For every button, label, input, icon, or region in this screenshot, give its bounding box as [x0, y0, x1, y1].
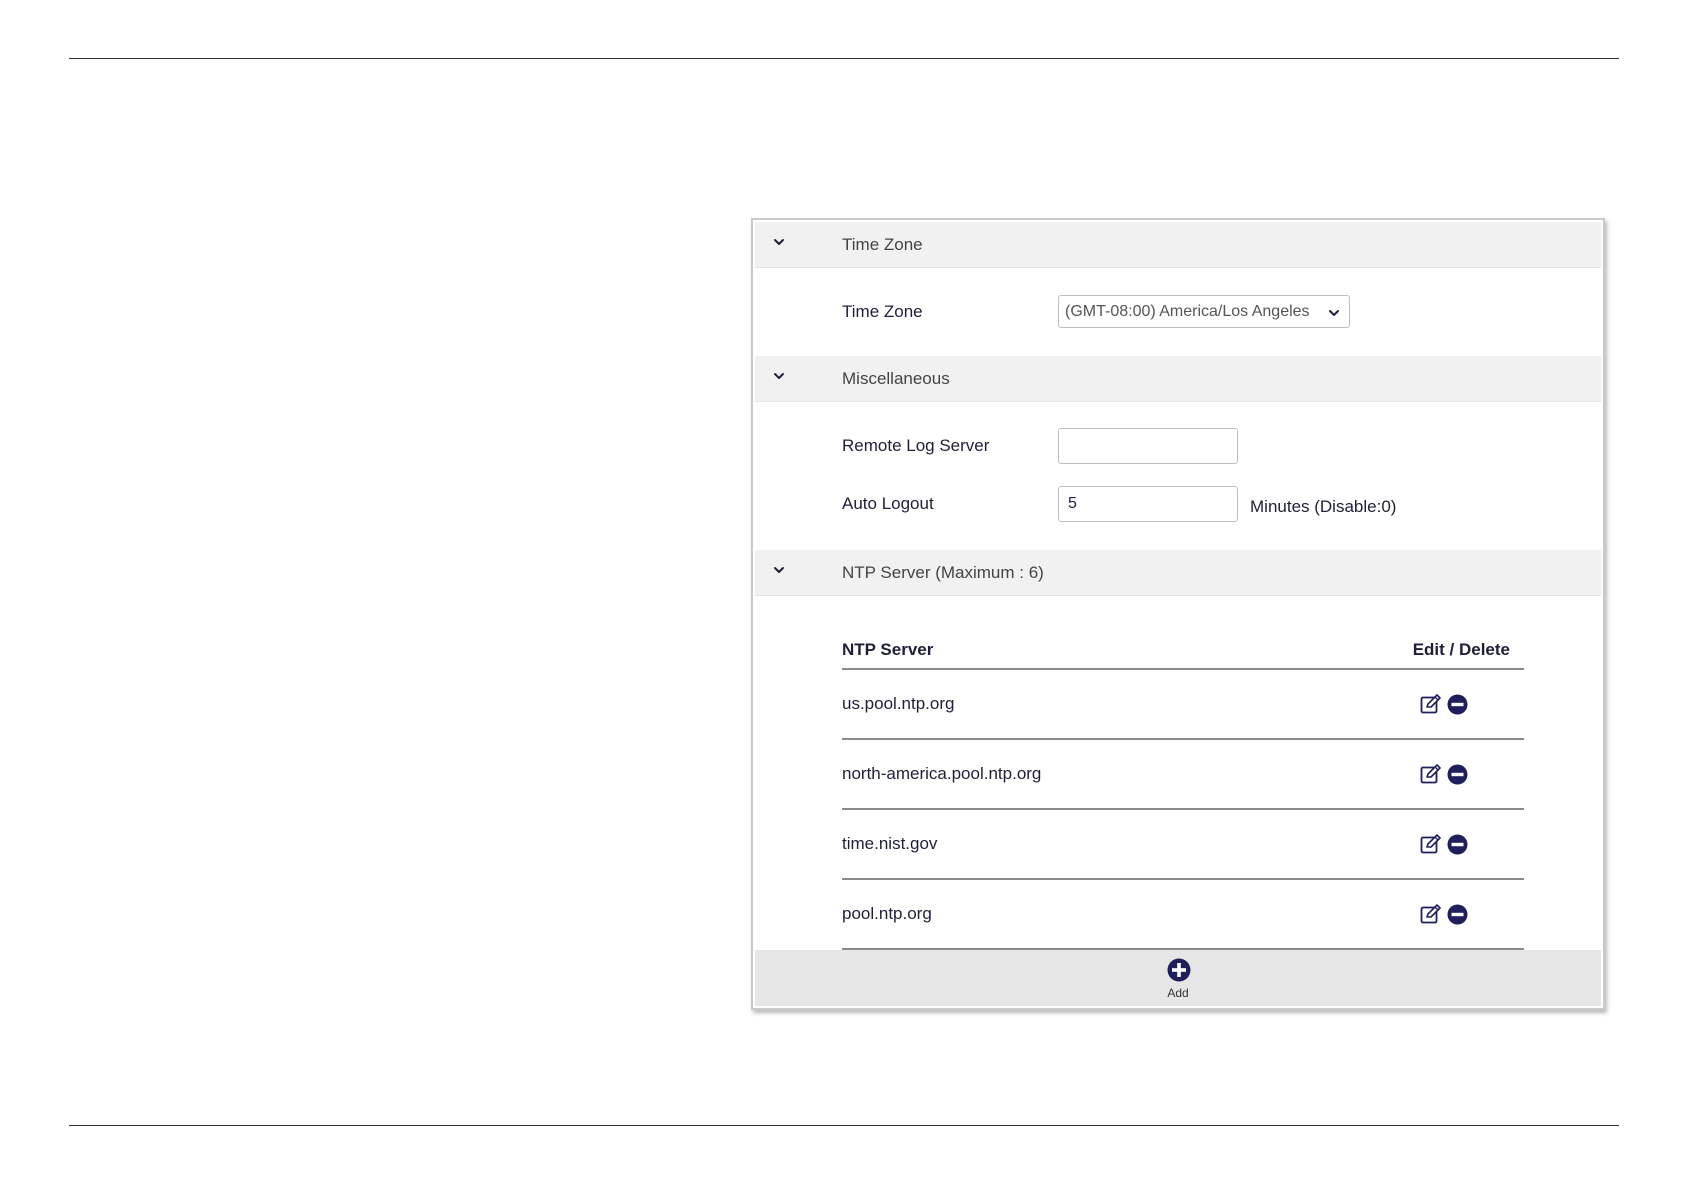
add-ntp-server-bar: Add: [755, 950, 1601, 1006]
delete-icon[interactable]: [1447, 764, 1468, 785]
edit-icon[interactable]: [1420, 694, 1442, 714]
auto-logout-suffix: Minutes (Disable:0): [1250, 497, 1397, 516]
table-header: NTP Server Edit / Delete: [842, 620, 1524, 670]
chevron-down-icon: [1329, 310, 1339, 316]
column-header-ntp-server: NTP Server: [842, 640, 934, 659]
section-title-ntp-server: NTP Server (Maximum : 6): [842, 563, 1044, 582]
table-row: pool.ntp.org: [842, 880, 1524, 950]
ntp-server-name: north-america.pool.ntp.org: [842, 764, 1042, 783]
chevron-down-icon[interactable]: [771, 562, 787, 578]
page-bottom-rule: [69, 1125, 1619, 1126]
page-top-rule: [69, 58, 1619, 59]
auto-logout-label: Auto Logout: [842, 494, 934, 513]
settings-panel: Time Zone Time Zone (GMT-08:00) America/…: [751, 218, 1605, 1010]
remote-log-server-label: Remote Log Server: [842, 436, 990, 455]
ntp-server-name: pool.ntp.org: [842, 904, 932, 923]
column-header-edit-delete: Edit / Delete: [1412, 640, 1510, 659]
edit-icon[interactable]: [1420, 764, 1442, 784]
edit-icon[interactable]: [1420, 834, 1442, 854]
section-header-time-zone[interactable]: Time Zone: [755, 222, 1601, 268]
edit-icon[interactable]: [1420, 904, 1442, 924]
time-zone-selected-value: (GMT-08:00) America/Los Angeles: [1065, 303, 1310, 320]
delete-icon[interactable]: [1447, 694, 1468, 715]
chevron-down-icon[interactable]: [771, 234, 787, 250]
section-title-time-zone: Time Zone: [842, 235, 923, 254]
chevron-down-icon[interactable]: [771, 368, 787, 384]
section-header-miscellaneous[interactable]: Miscellaneous: [755, 356, 1601, 402]
table-row: north-america.pool.ntp.org: [842, 740, 1524, 810]
ntp-server-name: time.nist.gov: [842, 834, 938, 853]
remote-log-server-input[interactable]: [1058, 428, 1238, 464]
ntp-server-table: NTP Server Edit / Delete us.pool.ntp.org…: [842, 620, 1524, 950]
ntp-server-name: us.pool.ntp.org: [842, 694, 955, 713]
auto-logout-input[interactable]: [1058, 486, 1238, 522]
table-row: time.nist.gov: [842, 810, 1524, 880]
add-icon[interactable]: [1167, 958, 1191, 982]
delete-icon[interactable]: [1447, 834, 1468, 855]
section-title-miscellaneous: Miscellaneous: [842, 369, 950, 388]
time-zone-label: Time Zone: [842, 302, 923, 321]
table-row: us.pool.ntp.org: [842, 670, 1524, 740]
section-header-ntp-server[interactable]: NTP Server (Maximum : 6): [755, 550, 1601, 596]
add-button-label: Add: [1167, 986, 1189, 1000]
delete-icon[interactable]: [1447, 904, 1468, 925]
time-zone-select[interactable]: (GMT-08:00) America/Los Angeles: [1058, 295, 1350, 328]
